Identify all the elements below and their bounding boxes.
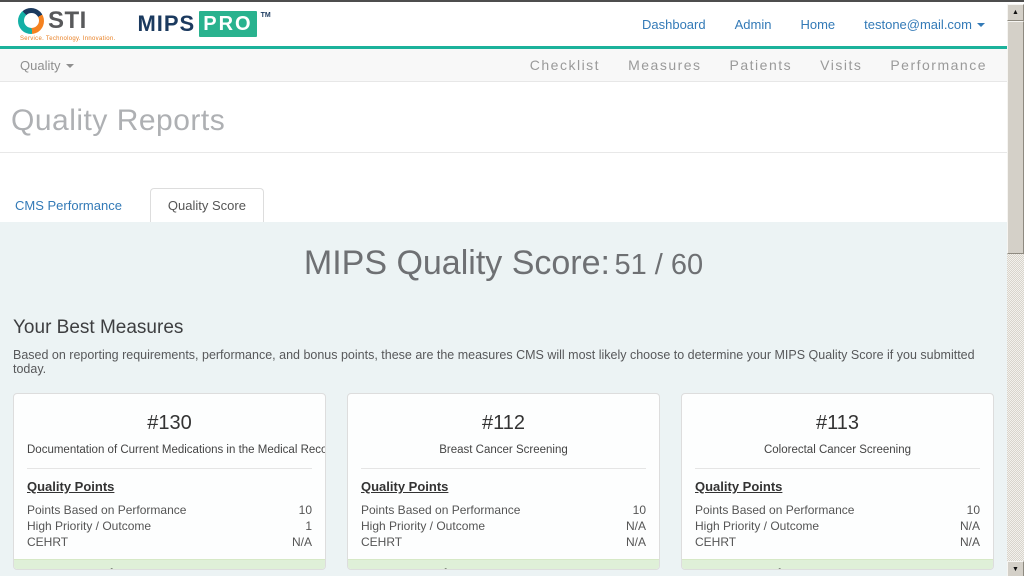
point-label: CEHRT: [695, 534, 736, 550]
point-label: High Priority / Outcome: [695, 518, 819, 534]
page: STI Service. Technology. Innovation. MIP…: [0, 2, 1007, 576]
point-row: High Priority / Outcome 1: [27, 518, 312, 534]
point-label: CEHRT: [361, 534, 402, 550]
tab-quality-score[interactable]: Quality Score: [150, 188, 264, 222]
point-row: Points Based on Performance 10: [361, 502, 646, 518]
divider: [361, 468, 646, 469]
measure-total-value: 10: [966, 566, 980, 570]
measure-total-label: Measure Total: [27, 566, 113, 570]
divider: [27, 468, 312, 469]
sti-logo-top: STI: [18, 7, 87, 35]
measure-total-value: 10: [632, 566, 646, 570]
quality-score-panel: MIPS Quality Score: 51 / 60 Your Best Me…: [0, 222, 1007, 576]
measure-number: #112: [361, 412, 646, 435]
point-value: N/A: [626, 534, 646, 550]
measure-cards: #130 Documentation of Current Medication…: [13, 393, 994, 570]
mips-wordmark: MIPS: [137, 11, 195, 37]
measure-total-row: Measure Total 11: [14, 559, 325, 570]
score-title: MIPS Quality Score:: [304, 244, 610, 282]
point-label: CEHRT: [27, 534, 68, 550]
nav-link-admin[interactable]: Admin: [735, 17, 772, 32]
quality-points-header: Quality Points: [361, 479, 646, 494]
measure-total-label: Measure Total: [695, 566, 781, 570]
vertical-scrollbar[interactable]: ▲ ▼: [1007, 4, 1024, 576]
caret-down-icon: [977, 23, 985, 27]
subnav-item-visits[interactable]: Visits: [820, 57, 862, 73]
scroll-down-button[interactable]: ▼: [1007, 561, 1024, 576]
point-value: N/A: [292, 534, 312, 550]
quality-dropdown-label: Quality: [20, 58, 60, 73]
point-value: N/A: [960, 534, 980, 550]
point-row: CEHRT N/A: [695, 534, 980, 550]
tab-cms-performance[interactable]: CMS Performance: [0, 189, 137, 222]
title-bar: Quality Reports: [0, 82, 1007, 153]
quality-points-header: Quality Points: [27, 479, 312, 494]
score-value: 51 / 60: [614, 249, 703, 281]
measure-total-value: 11: [298, 566, 312, 570]
point-value: 10: [299, 502, 312, 518]
measure-card-113: #113 Colorectal Cancer Screening Quality…: [681, 393, 994, 570]
measure-total-row: Measure Total 10: [682, 559, 993, 570]
pro-wordmark: PRO: [199, 11, 256, 37]
point-value: N/A: [626, 518, 646, 534]
point-value: 10: [967, 502, 980, 518]
point-row: CEHRT N/A: [27, 534, 312, 550]
subnav-items: Checklist Measures Patients Visits Perfo…: [530, 57, 987, 73]
best-measures-title: Your Best Measures: [13, 317, 994, 339]
subnav-item-measures[interactable]: Measures: [628, 57, 701, 73]
point-row: High Priority / Outcome N/A: [695, 518, 980, 534]
top-nav: Dashboard Admin Home testone@mail.com: [642, 17, 985, 32]
point-label: Points Based on Performance: [695, 502, 854, 518]
sti-tagline: Service. Technology. Innovation.: [20, 36, 115, 42]
quality-points-header: Quality Points: [695, 479, 980, 494]
caret-down-icon: [66, 64, 74, 68]
mips-score-heading: MIPS Quality Score: 51 / 60: [13, 222, 994, 283]
scroll-down-icon: ▼: [1012, 566, 1019, 573]
point-label: High Priority / Outcome: [361, 518, 485, 534]
point-label: Points Based on Performance: [27, 502, 186, 518]
measure-name: Documentation of Current Medications in …: [27, 444, 312, 456]
brand-group: STI Service. Technology. Innovation. MIP…: [18, 7, 271, 42]
sti-wordmark: STI: [48, 7, 87, 35]
best-measures-subtitle: Based on reporting requirements, perform…: [13, 348, 994, 376]
point-row: High Priority / Outcome N/A: [361, 518, 646, 534]
point-row: Points Based on Performance 10: [695, 502, 980, 518]
measure-card-112: #112 Breast Cancer Screening Quality Poi…: [347, 393, 660, 570]
subnav: Quality Checklist Measures Patients Visi…: [0, 49, 1007, 82]
point-row: CEHRT N/A: [361, 534, 646, 550]
mipspro-logo: MIPS PRO TM: [137, 11, 270, 37]
app-window: STI Service. Technology. Innovation. MIP…: [0, 0, 1024, 576]
measure-number: #113: [695, 412, 980, 435]
trademark-symbol: TM: [261, 12, 271, 19]
divider: [695, 468, 980, 469]
measure-number: #130: [27, 412, 312, 435]
subnav-item-performance[interactable]: Performance: [890, 57, 987, 73]
quality-dropdown[interactable]: Quality: [20, 58, 74, 73]
point-value: N/A: [960, 518, 980, 534]
subnav-item-patients[interactable]: Patients: [730, 57, 793, 73]
subnav-item-checklist[interactable]: Checklist: [530, 57, 600, 73]
point-value: 10: [633, 502, 646, 518]
point-value: 1: [305, 518, 312, 534]
point-label: High Priority / Outcome: [27, 518, 151, 534]
scrollbar-thumb[interactable]: [1007, 21, 1024, 254]
user-menu[interactable]: testone@mail.com: [864, 17, 985, 32]
tab-bar: CMS Performance Quality Score: [0, 186, 1007, 222]
user-email: testone@mail.com: [864, 17, 972, 32]
point-label: Points Based on Performance: [361, 502, 520, 518]
point-row: Points Based on Performance 10: [27, 502, 312, 518]
scroll-up-button[interactable]: ▲: [1007, 4, 1024, 21]
measure-name: Colorectal Cancer Screening: [695, 444, 980, 456]
scroll-up-icon: ▲: [1012, 9, 1019, 16]
measure-total-label: Measure Total: [361, 566, 447, 570]
page-title: Quality Reports: [11, 104, 996, 138]
nav-link-dashboard[interactable]: Dashboard: [642, 17, 706, 32]
sti-logo: STI Service. Technology. Innovation.: [18, 7, 115, 42]
measure-name: Breast Cancer Screening: [361, 444, 646, 456]
header: STI Service. Technology. Innovation. MIP…: [0, 2, 1007, 49]
sti-ring-icon: [18, 8, 44, 34]
nav-link-home[interactable]: Home: [800, 17, 835, 32]
measure-total-row: Measure Total 10: [348, 559, 659, 570]
measure-card-130: #130 Documentation of Current Medication…: [13, 393, 326, 570]
